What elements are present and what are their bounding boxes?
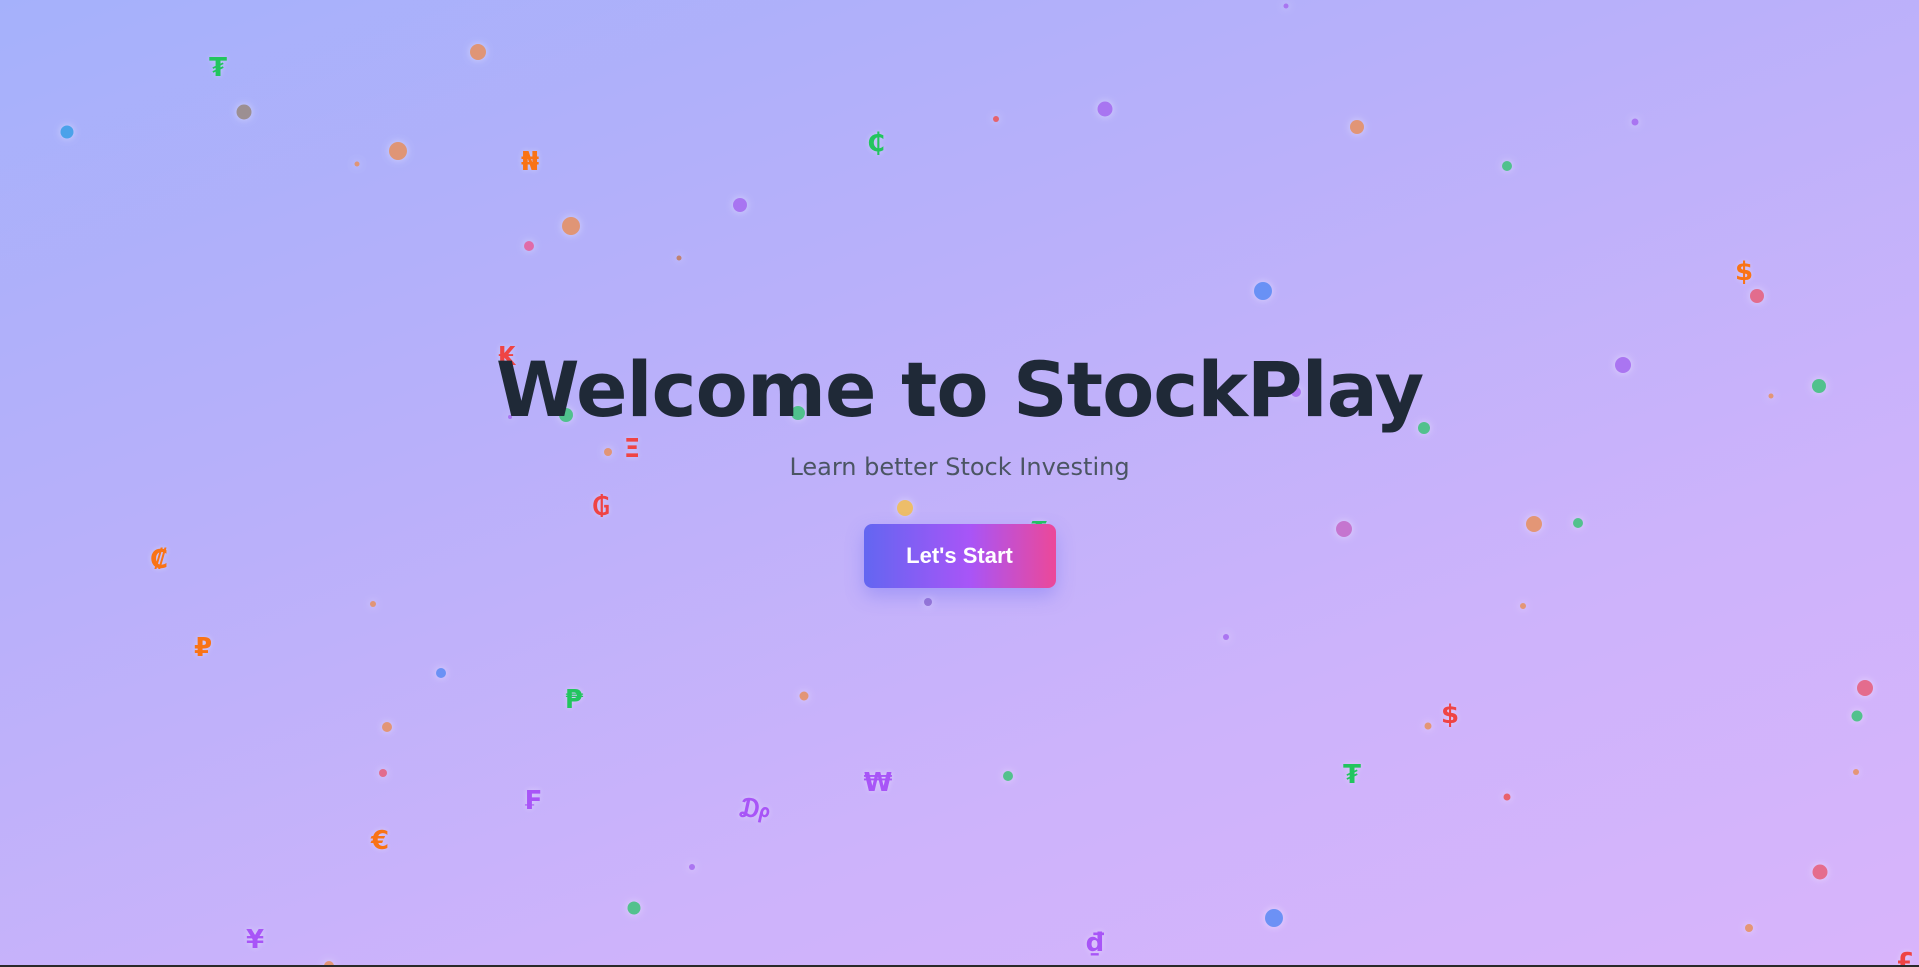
- decorative-dot: [524, 241, 534, 251]
- decorative-dot: [370, 601, 376, 607]
- decorative-dot: [236, 104, 252, 120]
- decorative-dot: [354, 161, 360, 167]
- decorative-dot: [1223, 634, 1229, 640]
- decorative-dot: [1851, 710, 1863, 722]
- decorative-dot: [924, 598, 932, 606]
- decorative-dot: [627, 901, 641, 915]
- decorative-dot: [389, 142, 407, 160]
- decorative-dot: [60, 125, 74, 139]
- decorative-dot: [1283, 3, 1289, 9]
- decorative-dot: [1265, 909, 1283, 927]
- decorative-dot: [1350, 120, 1364, 134]
- decorative-dot: [379, 769, 387, 777]
- currency-symbol: ₮: [1342, 760, 1362, 790]
- lets-start-button[interactable]: Let's Start: [863, 524, 1056, 589]
- decorative-dot: [562, 217, 580, 235]
- currency-symbol: ₽: [193, 633, 213, 663]
- currency-symbol: €: [370, 826, 390, 856]
- currency-symbol: ₣: [522, 786, 542, 816]
- hero-section: Welcome to StockPlay Learn better Stock …: [0, 345, 1919, 589]
- decorative-dot: [1812, 864, 1828, 880]
- currency-symbol: $: [1440, 700, 1460, 730]
- currency-symbol: ¥: [245, 925, 265, 955]
- decorative-dot: [689, 864, 695, 870]
- currency-symbol: ₱: [564, 685, 584, 715]
- currency-symbol: ₩: [863, 768, 893, 798]
- decorative-dot: [470, 44, 486, 60]
- decorative-dot: [1003, 771, 1013, 781]
- decorative-dot: [1857, 680, 1873, 696]
- currency-symbol: ₯: [736, 794, 774, 824]
- page-subtitle: Learn better Stock Investing: [789, 453, 1130, 481]
- decorative-dot: [1097, 101, 1113, 117]
- decorative-dot: [733, 198, 747, 212]
- currency-symbol: ₮: [208, 53, 228, 83]
- decorative-dot: [436, 668, 446, 678]
- decorative-dot: [1502, 161, 1512, 171]
- currency-symbol: ₦: [520, 147, 540, 177]
- decorative-dot: [382, 722, 392, 732]
- decorative-dot: [1853, 769, 1859, 775]
- decorative-dot: [676, 255, 682, 261]
- landing-page: ₮₦₵$₭Ξ₲₹₡₽₱$₮₩₣₯€¥₫£ Welcome to StockPla…: [0, 0, 1919, 965]
- currency-symbol: $: [1734, 257, 1754, 287]
- decorative-dot: [1424, 722, 1432, 730]
- decorative-dot: [799, 691, 809, 701]
- currency-symbol: ₵: [866, 128, 886, 158]
- decorative-dot: [1254, 282, 1272, 300]
- decorative-dot: [1520, 603, 1526, 609]
- page-title: Welcome to StockPlay: [495, 345, 1424, 434]
- currency-symbol: £: [1895, 948, 1915, 965]
- decorative-dot: [1745, 924, 1753, 932]
- decorative-dot: [1503, 793, 1511, 801]
- decorative-dot: [1631, 118, 1639, 126]
- decorative-dot: [1750, 289, 1764, 303]
- currency-symbol: ₫: [1085, 928, 1105, 958]
- decorative-dot: [993, 116, 999, 122]
